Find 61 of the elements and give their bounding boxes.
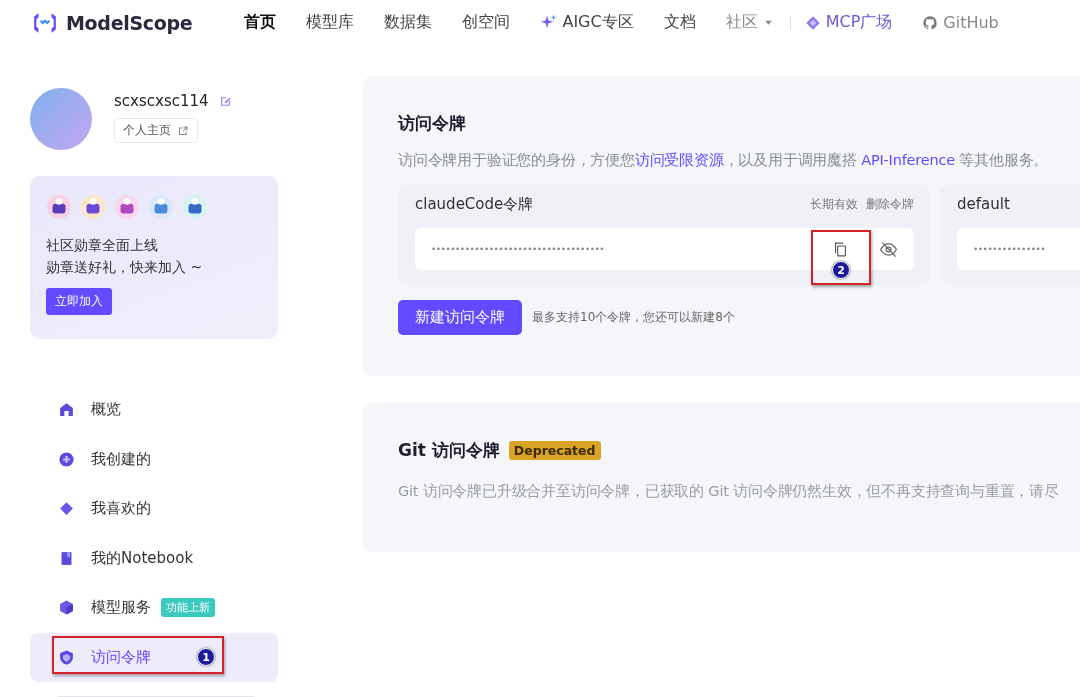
sidebar-item[interactable]: 我创建的 bbox=[30, 434, 278, 484]
sidebar-item[interactable]: 模型服务 功能上新 bbox=[30, 583, 278, 633]
nav-link[interactable]: AIGC专区 bbox=[540, 12, 634, 33]
sidebar-label: 访问令牌 bbox=[91, 647, 151, 667]
github-icon bbox=[922, 14, 939, 31]
section-title: Git 访问令牌 bbox=[398, 439, 500, 462]
sidebar-item[interactable]: 访问令牌 1 bbox=[30, 632, 278, 682]
link[interactable]: API-Inference bbox=[861, 152, 955, 168]
sidebar-item[interactable]: 我的Notebook bbox=[30, 533, 278, 583]
delete-link[interactable]: 删除令牌 bbox=[866, 195, 914, 213]
nav-link[interactable]: 创空间 bbox=[462, 12, 511, 33]
homepage-button[interactable]: 个人主页 bbox=[114, 118, 198, 143]
description: Git 访问令牌已升级合并至访问令牌，已获取的 Git 访问令牌仍然生效，但不再支持查询与重置，请尽 bbox=[398, 482, 1060, 501]
diamond-icon bbox=[804, 14, 821, 31]
nav-link[interactable]: 数据集 bbox=[384, 12, 433, 33]
nav-link[interactable]: 社区 bbox=[725, 12, 774, 33]
new-feature-tag: 功能上新 bbox=[161, 598, 215, 618]
sidebar-item[interactable]: 概览 bbox=[30, 385, 278, 435]
shield-icon bbox=[58, 648, 75, 666]
sidebar-label: 我喜欢的 bbox=[91, 499, 151, 519]
home-icon bbox=[58, 401, 75, 419]
new-token-button[interactable]: 新建访问令牌 bbox=[398, 300, 522, 335]
sidebar-item[interactable]: 我喜欢的 bbox=[30, 484, 278, 534]
plus-icon bbox=[58, 450, 75, 468]
join-button[interactable]: 立即加入 bbox=[46, 288, 112, 315]
copy-icon bbox=[832, 240, 849, 258]
medal-icon bbox=[114, 194, 140, 220]
promo-text: 社区勋章全面上线 bbox=[46, 236, 159, 255]
external-link-icon bbox=[177, 124, 189, 137]
logo-text[interactable]: ModelScope bbox=[66, 11, 193, 34]
section-title: 访问令牌 bbox=[398, 112, 467, 135]
username: scxscxsc114 bbox=[114, 92, 209, 110]
sidebar-label: 模型服务 bbox=[91, 598, 151, 618]
link[interactable]: 访问受限资源 bbox=[634, 152, 724, 168]
nav-link[interactable]: 文档 bbox=[663, 12, 696, 33]
validity-label: 长期有效 bbox=[810, 195, 858, 213]
sidebar-label: 我的Notebook bbox=[91, 548, 194, 568]
promo-text: 勋章送好礼，快来加入 ~ bbox=[46, 258, 204, 277]
sidebar-label: 概览 bbox=[91, 400, 121, 420]
hide-icon bbox=[879, 239, 898, 259]
medal-icon bbox=[148, 194, 174, 220]
edit-icon bbox=[218, 94, 232, 108]
cube-icon bbox=[58, 599, 75, 617]
step-badge: 1 bbox=[197, 648, 215, 667]
masked-token: •••••••••••••••••••••••••••••••••••• bbox=[431, 244, 606, 254]
sidebar-label: 我创建的 bbox=[91, 449, 151, 469]
description: 访问令牌用于验证您的身份，方便您访问受限资源，以及用于调用魔搭 API-Inference 等其他服务。 bbox=[398, 151, 1050, 170]
token-name: default bbox=[957, 195, 1010, 213]
medal-icon bbox=[46, 194, 72, 220]
nav-link[interactable]: MCP广场 bbox=[804, 12, 893, 33]
limit-note: 最多支持10个令牌，您还可以新建8个 bbox=[532, 309, 735, 326]
nav-link[interactable]: 首页 bbox=[244, 12, 277, 33]
masked-token: ••••••••••••••• bbox=[973, 244, 1047, 254]
medal-icon bbox=[80, 194, 106, 220]
deprecated-tag: Deprecated bbox=[508, 441, 601, 460]
nav-link[interactable]: GitHub bbox=[922, 13, 999, 32]
token-field[interactable]: ••••••••••••••• bbox=[957, 228, 1080, 270]
nav-link[interactable]: 模型库 bbox=[306, 12, 355, 33]
token-name: claudeCode令牌 bbox=[415, 194, 534, 214]
medal-icon bbox=[182, 194, 208, 220]
diamond-icon bbox=[58, 500, 75, 518]
